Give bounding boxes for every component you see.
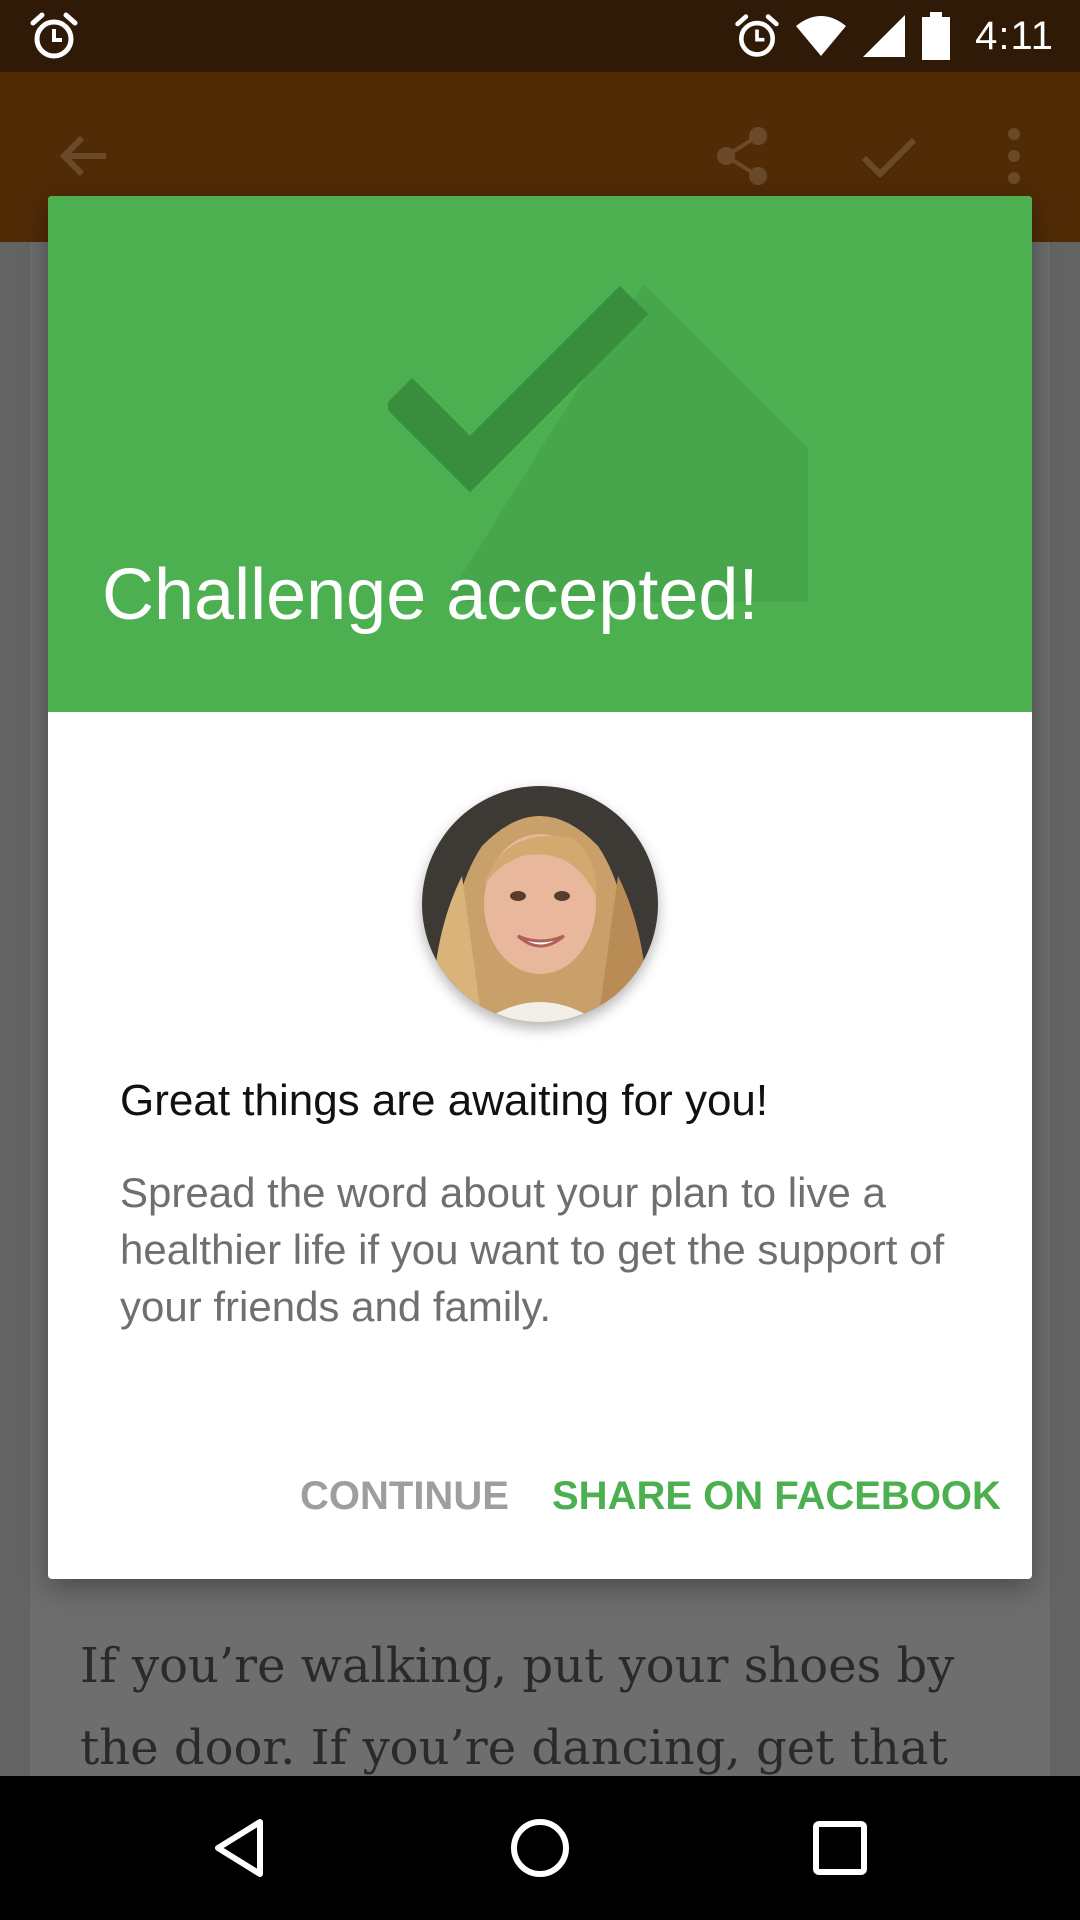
status-bar: 4:11: [0, 0, 1080, 72]
dialog-header: Challenge accepted!: [48, 196, 1032, 712]
check-icon[interactable]: [856, 124, 920, 188]
recents-square-icon[interactable]: [804, 1812, 876, 1884]
profile-photo: [422, 786, 658, 1022]
article-text: If you’re walking, put your shoes by the…: [80, 1638, 955, 1776]
back-arrow-icon[interactable]: [52, 124, 116, 188]
signal-icon: [863, 15, 906, 57]
status-icons: 4:11: [733, 0, 1054, 72]
alarm-icon: [30, 12, 78, 59]
home-circle-icon[interactable]: [504, 1812, 576, 1884]
wifi-icon: [796, 16, 847, 56]
continue-button[interactable]: CONTINUE: [300, 1466, 509, 1526]
message-body: Spread the word about your plan to live …: [120, 1169, 945, 1330]
back-triangle-icon[interactable]: [204, 1812, 276, 1884]
navigation-bar: [0, 1776, 1080, 1920]
share-icon[interactable]: [712, 124, 776, 188]
challenge-dialog: Challenge accepted! Great things are awa…: [48, 196, 1032, 1579]
share-on-facebook-button[interactable]: SHARE ON FACEBOOK: [552, 1466, 1001, 1526]
alarm-icon: [735, 14, 779, 57]
message-title: Great things are awaiting for you!: [120, 1076, 769, 1125]
avatar: [422, 786, 658, 1022]
more-vert-icon[interactable]: [982, 124, 1046, 188]
battery-icon: [922, 12, 951, 60]
clock-time: 4:11: [975, 13, 1054, 58]
dialog-title: Challenge accepted!: [102, 555, 759, 635]
